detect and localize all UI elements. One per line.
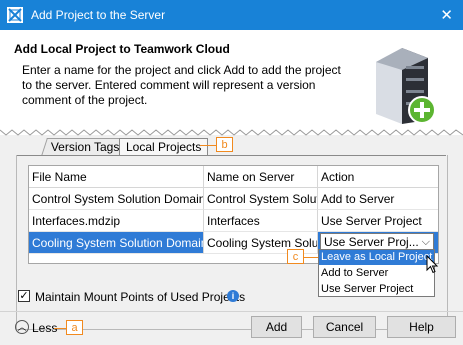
callout-b-line bbox=[200, 145, 216, 146]
action-cell[interactable]: Add to Server bbox=[318, 188, 438, 210]
maintain-mount-points-label[interactable]: Maintain Mount Points of Used Projects bbox=[35, 289, 245, 305]
server-add-icon bbox=[376, 48, 436, 124]
dropdown-option-leave-as-local[interactable]: Leave as Local Project bbox=[319, 250, 434, 265]
title-bar: Add Project to the Server ✕ bbox=[0, 0, 463, 30]
cancel-button[interactable]: Cancel bbox=[313, 316, 376, 338]
server-name-cell[interactable]: Interfaces bbox=[204, 210, 318, 232]
dialog-header: Add Local Project to Teamwork Cloud Ente… bbox=[0, 30, 463, 135]
dropdown-option-add-to-server[interactable]: Add to Server bbox=[319, 266, 434, 281]
add-button[interactable]: Add bbox=[251, 316, 302, 338]
app-icon bbox=[7, 7, 23, 23]
file-name-cell: Cooling System Solution Domain.... bbox=[29, 232, 204, 254]
callout-c: c bbox=[287, 249, 304, 264]
tab-label: Local Projects bbox=[126, 140, 202, 154]
help-button[interactable]: Help bbox=[387, 316, 456, 338]
callout-a-line bbox=[54, 328, 66, 329]
maintain-mount-points-checkbox[interactable]: ✓ bbox=[18, 290, 30, 302]
action-dropdown-list: Leave as Local Project Add to Server Use… bbox=[318, 249, 435, 297]
callout-c-line bbox=[304, 257, 318, 258]
server-name-cell[interactable]: Control System Solution bbox=[204, 188, 318, 210]
dropdown-option-use-server-project[interactable]: Use Server Project bbox=[319, 282, 434, 297]
callout-a: a bbox=[66, 320, 83, 335]
column-header-action[interactable]: Action bbox=[318, 166, 438, 188]
window-title: Add Project to the Server bbox=[31, 8, 166, 22]
file-name-cell: Control System Solution Domain.... bbox=[29, 188, 204, 210]
chevron-up-icon: ︿ bbox=[15, 320, 29, 334]
tab-version-tags[interactable]: Version Tags bbox=[41, 138, 130, 156]
header-description: Enter a name for the project and click A… bbox=[22, 63, 341, 107]
column-header-file-name[interactable]: File Name bbox=[29, 166, 204, 188]
table-row[interactable]: Control System Solution Domain.... Contr… bbox=[29, 188, 438, 210]
table-row[interactable]: Interfaces.mdzip Interfaces Use Server P… bbox=[29, 210, 438, 232]
tab-local-projects[interactable]: Local Projects bbox=[119, 138, 209, 156]
action-combobox-value: Use Server Proj... bbox=[324, 235, 419, 249]
table-header: File Name Name on Server Action bbox=[29, 166, 438, 188]
file-name-cell: Interfaces.mdzip bbox=[29, 210, 204, 232]
header-title: Add Local Project to Teamwork Cloud bbox=[14, 42, 230, 56]
close-icon[interactable]: ✕ bbox=[440, 6, 453, 24]
footer-divider bbox=[0, 311, 463, 312]
callout-b: b bbox=[216, 137, 233, 152]
tab-label: Version Tags bbox=[50, 140, 120, 154]
action-cell[interactable]: Use Server Project bbox=[318, 210, 438, 232]
mouse-cursor-icon bbox=[426, 255, 439, 274]
column-header-name-on-server[interactable]: Name on Server bbox=[204, 166, 318, 188]
info-icon[interactable]: i bbox=[227, 290, 239, 302]
